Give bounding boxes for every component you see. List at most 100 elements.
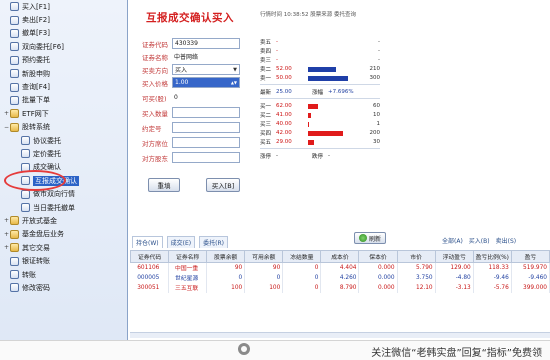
document-icon [10, 270, 19, 279]
sidebar-item[interactable]: 查询[F4] [0, 80, 127, 93]
quote-label: 买一 [260, 104, 272, 110]
sidebar-item[interactable]: 新股申购 [0, 67, 127, 80]
filter-tool-2[interactable]: 卖出(S) [496, 236, 517, 245]
table-header-row: 证券代码 证券名称 股票余额 可用余额 冻结数量 成本价 保本价 市价 浮动盈亏 盈亏比例(%) 盈… [129, 250, 550, 263]
folder-icon [10, 122, 19, 132]
sidebar-item[interactable]: + 基金盘后业务 [0, 228, 127, 241]
column-header[interactable]: 浮动盈亏 [434, 250, 474, 263]
table-cell: 0 [282, 262, 322, 273]
column-header[interactable]: 证券名称 [168, 250, 208, 263]
column-header[interactable]: 保本价 [358, 250, 398, 263]
column-header[interactable]: 证券代码 [129, 250, 170, 263]
table-row[interactable]: 601106 中国一重 90 90 0 4.404 0.000 5.790 129.00 118.… [130, 262, 550, 273]
quote-volume: - [378, 39, 380, 45]
sidebar-item[interactable]: + ETF网下 [0, 107, 127, 120]
tab-2[interactable]: 委托(R) [199, 236, 228, 248]
sidebar-item[interactable]: 修改密码 [0, 281, 127, 294]
refresh-button[interactable]: 刷新 [354, 232, 387, 244]
volume-bar-track [296, 66, 366, 72]
function-tree[interactable]: 买入[F1] 卖出[F2] 撤单[F3] 双向委托[F6] 预约委托 新股申购 查询[F4]… [0, 0, 128, 340]
change-value: +7.696% [328, 88, 354, 95]
horizontal-scrollbar[interactable] [130, 332, 550, 338]
sidebar-item[interactable]: 定价委托 [0, 147, 127, 160]
sidebar-item[interactable]: + 开放式基金 [0, 214, 127, 227]
form-value-text: 0 [174, 94, 178, 101]
column-header[interactable]: 盈亏 [510, 250, 550, 263]
sidebar-item[interactable]: 买入[F1] [0, 0, 127, 13]
form-input[interactable]: 买入 ▼ [172, 64, 240, 75]
document-icon [21, 136, 30, 146]
quote-label: 卖一 [260, 76, 272, 82]
form-row: 可买(股) 0 [142, 92, 240, 103]
table-cell: -9.46 [473, 272, 512, 283]
quote-row: 卖二 52.00 210 [260, 65, 380, 73]
positions-tabs: 持仓(W) 成交(E) 委托(R) [132, 236, 228, 248]
form-input[interactable] [172, 152, 240, 163]
sidebar-item[interactable]: 银证转账 [0, 254, 127, 267]
quote-row: 卖三 - - [260, 56, 380, 64]
sidebar-item[interactable]: 当日委托撤单 [0, 201, 127, 214]
volume-bar-track [296, 139, 366, 145]
quote-volume: 1 [376, 121, 381, 127]
sidebar-item[interactable]: 卖出[F2] [0, 13, 127, 26]
refresh-label: 刷新 [369, 235, 382, 243]
document-icon [21, 203, 30, 213]
order-form: 互报成交确认买入 证券代码 430339 证券名称 中普网络 买卖方向 买入 ▼ 买入价格 1.… [132, 6, 252, 196]
form-input[interactable] [172, 137, 240, 148]
latest-label: 最新 [260, 89, 272, 96]
sidebar-item[interactable]: 互报成交确认 [0, 174, 127, 187]
document-icon [10, 283, 19, 293]
folder-icon [10, 243, 19, 253]
form-input[interactable]: 430339 [172, 38, 240, 49]
table-cell: 000005 [130, 272, 170, 283]
quote-volume: - [378, 48, 380, 54]
quote-price: 42.00 [276, 130, 292, 136]
table-cell: 世纪星源 [168, 272, 208, 283]
sidebar-item[interactable]: + 其它交易 [0, 241, 127, 254]
document-icon [10, 256, 19, 266]
table-cell: 90 [206, 262, 246, 273]
quote-price: 29.00 [276, 139, 292, 145]
table-row[interactable]: 000005 世纪星源 0 0 0 4.260 0.000 3.750 -4.80 -9.46 -9… [130, 272, 550, 283]
order-form-title: 互报成交确认买入 [146, 12, 234, 24]
quote-label: 卖四 [260, 49, 272, 55]
sidebar-item[interactable]: 转账 [0, 268, 127, 281]
form-input[interactable]: 1.00 ▲▼ [172, 77, 240, 88]
buy-submit-button[interactable]: 买入[B] [206, 178, 240, 192]
quote-volume: 200 [369, 130, 381, 136]
column-header[interactable]: 冻结数量 [282, 250, 322, 263]
trading-app: 买入[F1] 卖出[F2] 撤单[F3] 双向委托[F6] 预约委托 新股申购 查询[F4]… [0, 0, 550, 360]
filter-tool-1[interactable]: 买入(B) [469, 236, 490, 245]
form-value-text: 1.00 [175, 79, 189, 86]
column-header[interactable]: 股票余额 [206, 250, 246, 263]
filter-tool-0[interactable]: 全部(A) [442, 236, 463, 245]
sidebar-item[interactable]: 批量下单 [0, 94, 127, 107]
quote-row: 买一 62.00 60 [260, 102, 380, 110]
sidebar-item[interactable]: 双向委托[F6] [0, 40, 127, 53]
sidebar-item[interactable]: 做市双向行情 [0, 187, 127, 200]
sidebar-item[interactable]: − 股转系统 [0, 121, 127, 134]
sidebar-item[interactable]: 成交确认 [0, 161, 127, 174]
form-label: 买入价格 [142, 79, 168, 88]
sidebar-item[interactable]: 撤单[F3] [0, 27, 127, 40]
filter-tools: 全部(A) 买入(B) 卖出(S) [442, 236, 516, 245]
column-header[interactable]: 成本价 [320, 250, 360, 263]
table-cell: 0 [206, 272, 246, 283]
sidebar-item[interactable]: 协议委托 [0, 134, 127, 147]
table-cell: 519.970 [511, 262, 550, 273]
tab-1[interactable]: 成交(E) [166, 236, 196, 248]
table-cell: 100 [206, 282, 246, 293]
tab-0[interactable]: 持仓(W) [132, 236, 163, 248]
form-input[interactable] [172, 107, 240, 118]
watermark-bar: 关注微信“老韩实盘”回复“指标”免费领 [0, 340, 550, 360]
form-input[interactable] [172, 122, 240, 133]
column-header[interactable]: 可用余额 [244, 250, 284, 263]
reset-button[interactable]: 重填 [148, 178, 180, 192]
table-cell: 0.000 [358, 272, 398, 283]
sidebar-item[interactable]: 预约委托 [0, 54, 127, 67]
column-header[interactable]: 市价 [396, 250, 436, 263]
table-row[interactable]: 300051 三五互联 100 100 0 8.790 0.000 12.10 -3.13 -5.… [130, 282, 550, 293]
quote-row: 买二 41.00 10 [260, 111, 380, 119]
quote-volume: 60 [373, 103, 380, 109]
column-header[interactable]: 盈亏比例(%) [472, 250, 512, 263]
